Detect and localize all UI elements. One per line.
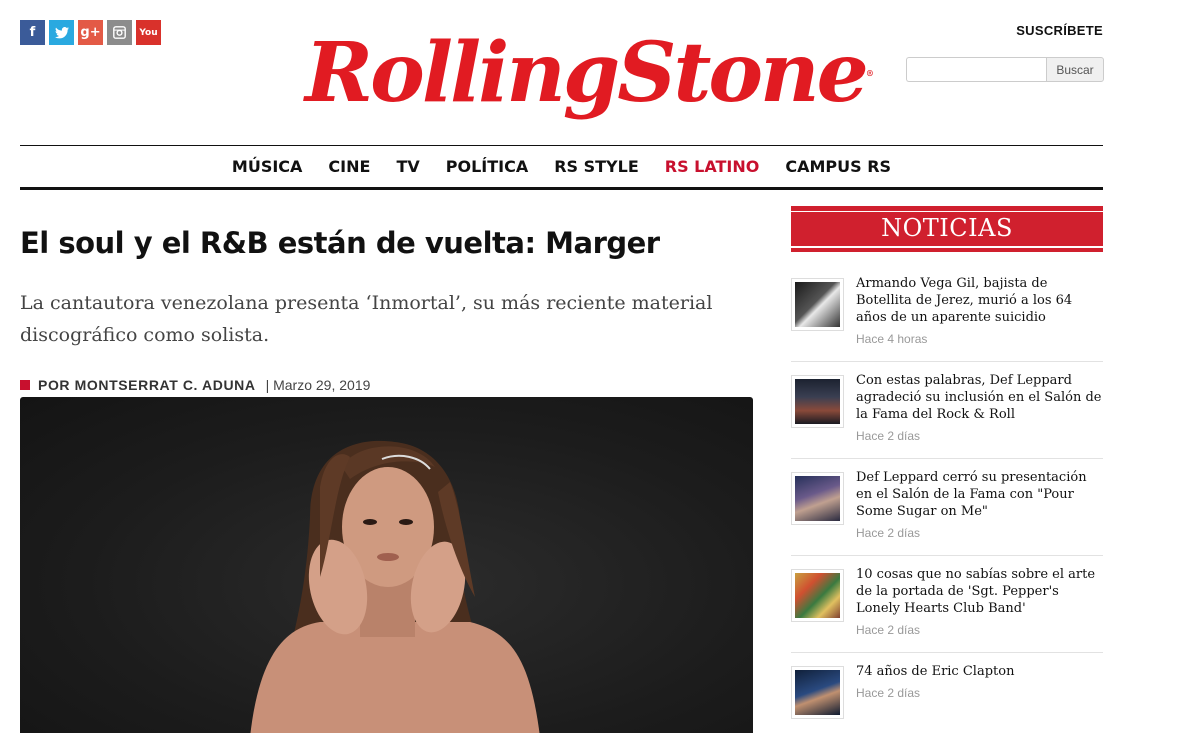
youtube-icon[interactable]: You	[136, 20, 161, 45]
byline-marker	[20, 380, 30, 390]
news-time: Hace 2 días	[856, 526, 921, 540]
news-item[interactable]: Armando Vega Gil, bajista de Botellita d…	[791, 265, 1103, 362]
nav-musica[interactable]: MÚSICA	[219, 157, 316, 176]
news-list: Armando Vega Gil, bajista de Botellita d…	[791, 265, 1103, 733]
article-dek: La cantautora venezolana presenta ‘Inmor…	[20, 292, 713, 346]
site-logo[interactable]: RollingStone®	[305, 18, 874, 128]
news-title[interactable]: 74 años de Eric Clapton	[856, 663, 1014, 680]
nav-rs-latino[interactable]: RS LATINO	[652, 157, 773, 176]
author-link[interactable]: POR MONTSERRAT C. ADUNA	[38, 377, 256, 393]
news-title[interactable]: 10 cosas que no sabías sobre el arte de …	[856, 566, 1103, 617]
news-thumbnail[interactable]	[791, 569, 844, 622]
instagram-icon[interactable]	[107, 20, 132, 45]
article-headline: El soul y el R&B están de vuelta: Marger	[20, 226, 660, 260]
news-title[interactable]: Armando Vega Gil, bajista de Botellita d…	[856, 275, 1103, 326]
social-links: f g+ You	[20, 20, 161, 45]
nav-cine[interactable]: CINE	[315, 157, 383, 176]
news-thumbnail[interactable]	[791, 472, 844, 525]
search-input[interactable]	[906, 57, 1046, 82]
news-title[interactable]: Def Leppard cerró su presentación en el …	[856, 469, 1103, 520]
byline: POR MONTSERRAT C. ADUNA | Marzo 29, 2019	[20, 377, 370, 393]
news-item[interactable]: Def Leppard cerró su presentación en el …	[791, 459, 1103, 556]
news-thumbnail[interactable]	[791, 278, 844, 331]
news-time: Hace 2 días	[856, 623, 921, 637]
nav-rs-style[interactable]: RS STYLE	[541, 157, 652, 176]
search-button[interactable]: Buscar	[1046, 57, 1104, 82]
facebook-icon[interactable]: f	[20, 20, 45, 45]
news-item[interactable]: Con estas palabras, Def Leppard agradeci…	[791, 362, 1103, 459]
news-thumbnail[interactable]	[791, 666, 844, 719]
twitter-icon[interactable]	[49, 20, 74, 45]
article-date: | Marzo 29, 2019	[265, 377, 371, 393]
search-form: Buscar	[906, 57, 1104, 82]
portrait-illustration	[250, 440, 540, 733]
nav-politica[interactable]: POLÍTICA	[433, 157, 541, 176]
subscribe-link[interactable]: SUSCRÍBETE	[1016, 23, 1103, 38]
google-plus-icon[interactable]: g+	[78, 20, 103, 45]
news-section-header: NOTICIAS	[791, 206, 1103, 254]
news-item[interactable]: 74 años de Eric Clapton Hace 2 días	[791, 653, 1103, 733]
news-section-title: NOTICIAS	[881, 213, 1013, 242]
news-time: Hace 2 días	[856, 686, 921, 700]
news-thumbnail[interactable]	[791, 375, 844, 428]
article-hero-image	[20, 397, 753, 733]
news-time: Hace 4 horas	[856, 332, 928, 346]
nav-tv[interactable]: TV	[383, 157, 432, 176]
news-title[interactable]: Con estas palabras, Def Leppard agradeci…	[856, 372, 1103, 423]
news-item[interactable]: 10 cosas que no sabías sobre el arte de …	[791, 556, 1103, 653]
main-nav: MÚSICA CINE TV POLÍTICA RS STYLE RS LATI…	[20, 145, 1103, 190]
nav-campus-rs[interactable]: CAMPUS RS	[772, 157, 904, 176]
news-time: Hace 2 días	[856, 429, 921, 443]
